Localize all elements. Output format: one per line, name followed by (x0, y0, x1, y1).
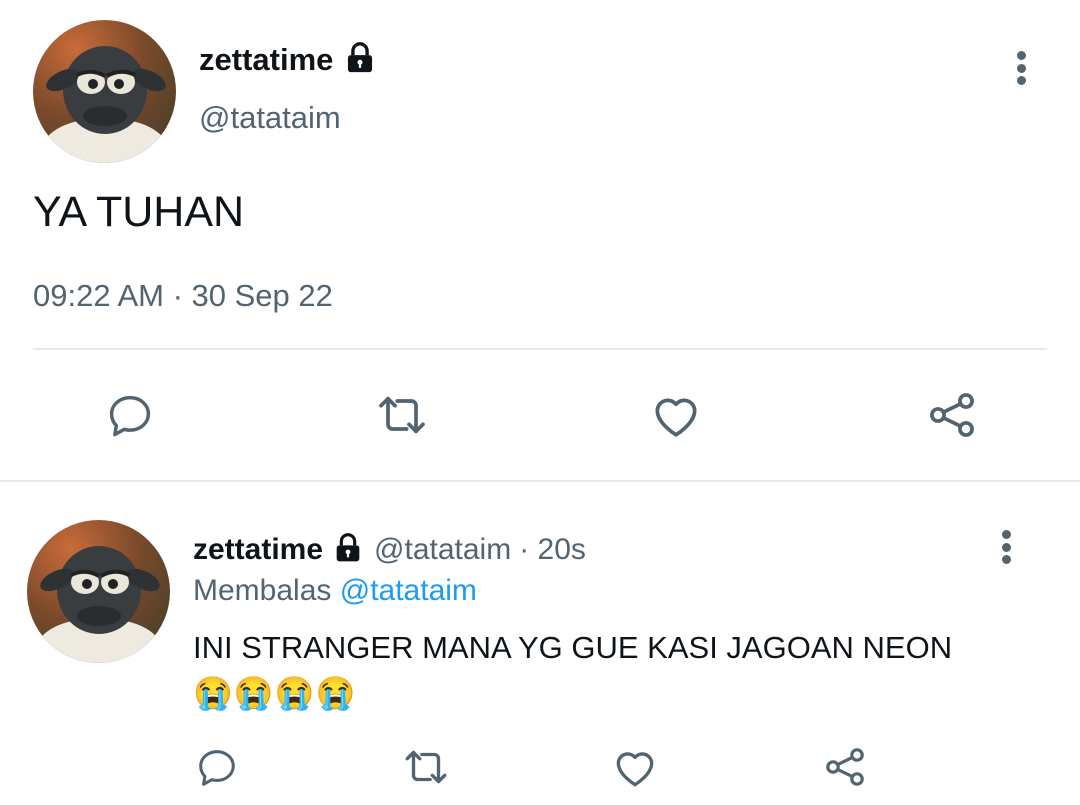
reply-button[interactable] (192, 742, 242, 792)
replying-label: Membalas (193, 574, 332, 607)
reply-text: INI STRANGER MANA YG GUE KASI JAGOAN NEO… (193, 630, 953, 665)
more-options-icon[interactable] (1015, 51, 1027, 85)
reply-time[interactable]: · 20s (519, 533, 586, 567)
reply-button[interactable] (100, 385, 160, 445)
more-options-icon[interactable] (1000, 530, 1012, 564)
retweet-button[interactable] (401, 742, 451, 792)
reply-emoji: 😭😭😭😭 (193, 675, 357, 711)
handle[interactable]: @tatataim (199, 100, 341, 136)
retweet-icon (405, 750, 447, 784)
reply-icon (109, 395, 151, 437)
like-icon (655, 398, 697, 437)
section-divider (0, 480, 1080, 482)
retweet-button[interactable] (372, 385, 432, 445)
replying-to: Membalas @tatataim (193, 574, 477, 608)
display-name[interactable]: zettatime (199, 42, 333, 78)
share-icon (930, 393, 974, 437)
share-button[interactable] (922, 385, 982, 445)
share-icon (826, 748, 864, 786)
replying-handle-link[interactable]: @tatataim (340, 574, 477, 607)
reply-header: zettatime @tatataim · 20s (193, 530, 586, 570)
like-button[interactable] (646, 385, 706, 445)
tweet-text: YA TUHAN (33, 188, 245, 236)
author-row: zettatime (199, 40, 377, 80)
avatar[interactable] (33, 20, 176, 163)
tweet-timestamp[interactable]: 09:22 AM · 30 Sep 22 (33, 278, 333, 314)
lock-icon (332, 532, 364, 569)
reply-avatar[interactable] (27, 520, 170, 663)
lock-icon (343, 41, 377, 80)
share-button[interactable] (820, 742, 870, 792)
like-icon (616, 752, 654, 787)
like-button[interactable] (610, 742, 660, 792)
retweet-icon (379, 396, 425, 434)
reply-display-name[interactable]: zettatime (193, 533, 323, 567)
divider (33, 348, 1047, 350)
reply-icon (199, 750, 235, 786)
reply-handle[interactable]: @tatataim (374, 533, 511, 567)
